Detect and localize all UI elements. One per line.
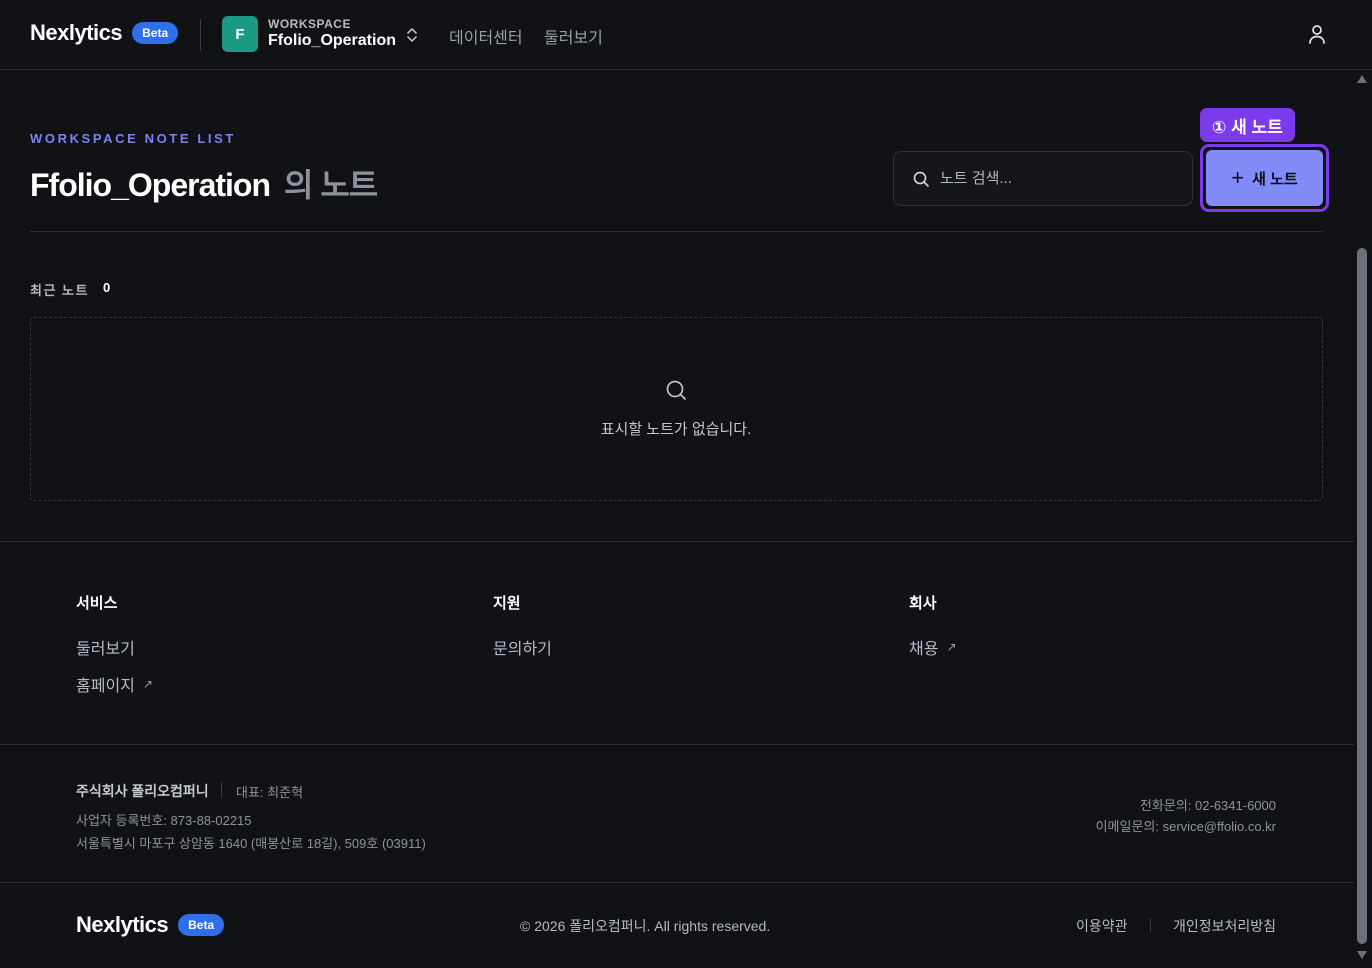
recent-notes-count: 0 <box>103 280 111 295</box>
page-title: Ffolio_Operation 의 노트 <box>30 160 378 206</box>
copyright-text: © 2026 폴리오컴퍼니. All rights reserved. <box>520 918 771 934</box>
search-icon <box>666 380 686 400</box>
scroll-up-arrow-icon[interactable] <box>1356 74 1368 84</box>
new-note-button-label: 새 노트 <box>1252 170 1298 188</box>
footer-link-label: 문의하기 <box>493 641 552 658</box>
company-address: 서울특별시 마포구 상암동 1640 (매봉산로 18길), 509호 (039… <box>76 836 426 851</box>
footer-link-homepage[interactable]: 홈페이지 ↗ <box>76 672 153 696</box>
plus-icon: + <box>1231 165 1245 190</box>
scrollbar-thumb[interactable] <box>1357 248 1367 944</box>
empty-state-box <box>30 317 1323 501</box>
footer-divider <box>0 744 1354 745</box>
top-navigation-bar: Nexlytics Beta F WORKSPACE Ffolio_Operat… <box>0 0 1372 70</box>
search-input[interactable] <box>940 170 1180 187</box>
footer-column-title-support: 지원 <box>493 595 521 612</box>
company-name: 주식회사 폴리오컴퍼니 <box>76 783 209 799</box>
footer-column-title-service: 서비스 <box>76 595 118 612</box>
beta-badge: Beta <box>178 914 225 936</box>
footer-link-careers[interactable]: 채용 ↗ <box>909 635 957 659</box>
search-icon <box>913 171 929 187</box>
workspace-name[interactable]: Ffolio_Operation <box>268 32 396 50</box>
footer-link-label: 둘러보기 <box>76 641 135 658</box>
footer-brand-logo[interactable]: Nexlytics Beta <box>76 912 225 938</box>
recent-notes-label: 최근 노트 <box>30 283 89 298</box>
brand-name: Nexlytics <box>30 20 123 45</box>
chevrons-up-down-icon[interactable] <box>404 25 420 45</box>
business-registration-number: 사업자 등록번호: 873-88-02215 <box>76 813 252 828</box>
scroll-down-arrow-icon[interactable] <box>1356 950 1368 960</box>
external-link-icon: ↗ <box>946 640 957 654</box>
footer-divider <box>0 882 1354 883</box>
footer-link-label: 채용 <box>909 641 939 658</box>
external-link-icon: ↗ <box>142 677 153 691</box>
footer-link-label: 홈페이지 <box>76 678 135 695</box>
privacy-policy-link[interactable]: 개인정보처리방침 <box>1173 916 1276 936</box>
beta-badge: Beta <box>132 22 179 44</box>
footer-link-divider <box>1150 918 1151 932</box>
workspace-avatar[interactable]: F <box>222 16 258 52</box>
contact-phone: 전화문의: 02-6341-6000 <box>1139 798 1276 813</box>
company-divider <box>221 782 222 798</box>
footer-brand-name: Nexlytics <box>76 912 169 937</box>
brand-logo[interactable]: Nexlytics Beta <box>30 20 179 46</box>
section-divider <box>30 231 1323 232</box>
contact-email: 이메일문의: service@ffolio.co.kr <box>1095 819 1276 834</box>
user-icon[interactable] <box>1305 22 1329 46</box>
new-note-button[interactable]: + 새 노트 <box>1206 150 1323 206</box>
new-note-annotation-tag: ① 새 노트 <box>1200 108 1295 142</box>
footer-column-title-company: 회사 <box>909 595 937 612</box>
footer-link-explore[interactable]: 둘러보기 <box>76 635 135 659</box>
company-ceo: 대표: 최준혁 <box>236 785 304 800</box>
nav-link-explore[interactable]: 둘러보기 <box>544 24 603 48</box>
header-divider <box>200 19 201 51</box>
note-search[interactable] <box>893 151 1193 206</box>
nav-link-datacenter[interactable]: 데이터센터 <box>449 24 523 48</box>
note-list-kicker: WORKSPACE NOTE LIST <box>30 131 236 146</box>
workspace-kicker: WORKSPACE <box>268 17 351 31</box>
empty-state-message: 표시할 노트가 없습니다. <box>600 421 752 438</box>
footer-divider <box>0 541 1354 542</box>
footer-link-contact[interactable]: 문의하기 <box>493 635 552 659</box>
page-title-workspace: Ffolio_Operation <box>30 167 271 203</box>
terms-link[interactable]: 이용약관 <box>1076 916 1128 936</box>
page-title-suffix: 의 노트 <box>284 167 378 203</box>
